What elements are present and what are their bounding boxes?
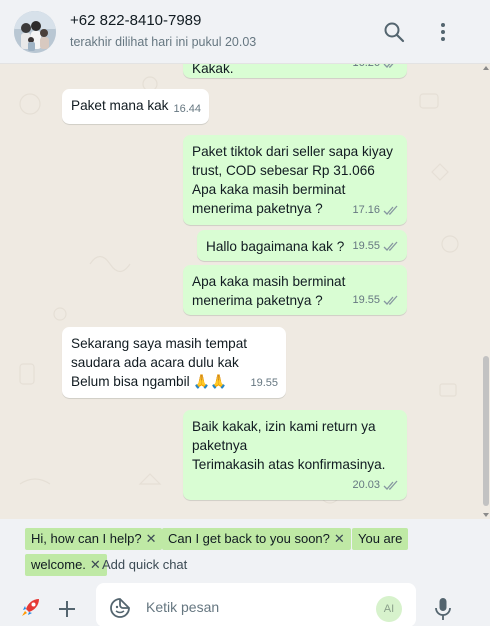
message-meta: 20.03 <box>352 476 399 495</box>
message-meta: 16.44 <box>173 100 201 119</box>
close-icon[interactable]: ✕ <box>90 554 101 576</box>
message-bubble-outgoing[interactable]: Hallo bagaimana kak ? 19.55 <box>197 230 407 261</box>
message-text: Kakak. <box>192 64 234 76</box>
quick-chat-chip[interactable]: welcome. ✕ <box>25 554 107 576</box>
message-text: Hallo bagaimana kak ? <box>206 239 345 254</box>
chip-label: welcome. <box>31 557 86 572</box>
ai-button[interactable]: AI <box>376 596 402 622</box>
contact-name[interactable]: +62 822-8410-7989 <box>70 12 201 29</box>
chip-label: Can I get back to you soon? <box>168 531 330 546</box>
message-text: Apa kaka masih berminat menerima paketny… <box>192 274 346 308</box>
message-time: 16.44 <box>173 103 201 115</box>
chip-label: You are <box>358 531 403 546</box>
add-quick-chat-button[interactable]: Add quick chat <box>102 557 187 573</box>
message-meta: 19.55 <box>250 374 278 393</box>
message-bubble-outgoing[interactable]: Kakak. 16.26 <box>183 64 407 78</box>
scroll-thumb[interactable] <box>483 356 489 506</box>
message-input-placeholder: Ketik pesan <box>146 599 220 615</box>
message-time: 19.55 <box>250 377 278 389</box>
close-icon[interactable]: ✕ <box>146 528 157 550</box>
rocket-icon[interactable] <box>20 596 42 621</box>
double-check-icon <box>383 205 398 215</box>
chat-scrollbar[interactable] <box>482 64 490 519</box>
search-icon[interactable] <box>380 18 408 46</box>
double-check-icon <box>383 480 398 490</box>
message-bubble-outgoing[interactable]: Baik kakak, izin kami return ya paketnya… <box>183 410 407 500</box>
message-meta: 19.55 <box>352 291 399 310</box>
message-time: 20.03 <box>352 479 380 491</box>
message-bubble-outgoing[interactable]: Paket tiktok dari seller sapa kiyay trus… <box>183 135 407 225</box>
scroll-down-arrow-icon[interactable] <box>483 513 489 517</box>
message-composer: Ketik pesan AI <box>0 579 490 626</box>
message-time: 19.55 <box>352 294 380 306</box>
double-check-icon <box>383 295 398 305</box>
message-input[interactable]: Ketik pesan AI <box>96 583 416 626</box>
chip-label: Hi, how can I help? <box>31 531 142 546</box>
contact-status: terakhir dilihat hari ini pukul 20.03 <box>70 35 257 49</box>
close-icon[interactable]: ✕ <box>334 528 345 550</box>
chat-header: +62 822-8410-7989 terakhir dilihat hari … <box>0 0 490 64</box>
plus-icon[interactable] <box>57 599 77 622</box>
message-time: 16.26 <box>352 64 380 73</box>
message-bubble-incoming[interactable]: Sekarang saya masih tempat saudara ada a… <box>62 327 286 398</box>
double-check-icon <box>383 64 394 68</box>
avatar[interactable] <box>14 11 56 53</box>
chat-area[interactable]: Kakak. 16.26 Paket mana kak 16.44 Paket … <box>0 64 482 519</box>
message-bubble-outgoing[interactable]: Apa kaka masih berminat menerima paketny… <box>183 265 407 315</box>
message-text: Paket mana kak <box>71 98 169 113</box>
message-text: Sekarang saya masih tempat saudara ada a… <box>71 336 248 389</box>
scroll-up-arrow-icon[interactable] <box>483 66 489 70</box>
quick-chat-bar: Hi, how can I help? ✕ Can I get back to … <box>0 519 490 579</box>
message-time: 19.55 <box>352 240 380 252</box>
message-bubble-incoming[interactable]: Paket mana kak 16.44 <box>62 89 209 124</box>
sticker-icon[interactable] <box>109 597 131 622</box>
quick-chat-chip[interactable]: Can I get back to you soon? ✕ <box>162 528 351 550</box>
message-meta: 19.55 <box>352 237 399 256</box>
microphone-icon[interactable] <box>434 597 452 624</box>
double-check-icon <box>383 241 398 251</box>
quick-chat-chip[interactable]: You are <box>352 528 409 550</box>
message-text: Baik kakak, izin kami return ya paketnya… <box>192 419 386 472</box>
message-meta: 16.26 <box>352 64 399 73</box>
message-time: 17.16 <box>352 204 380 216</box>
quick-chat-chip[interactable]: Hi, how can I help? ✕ <box>25 528 163 550</box>
message-meta: 17.16 <box>352 201 399 220</box>
more-vertical-icon[interactable] <box>429 18 457 46</box>
